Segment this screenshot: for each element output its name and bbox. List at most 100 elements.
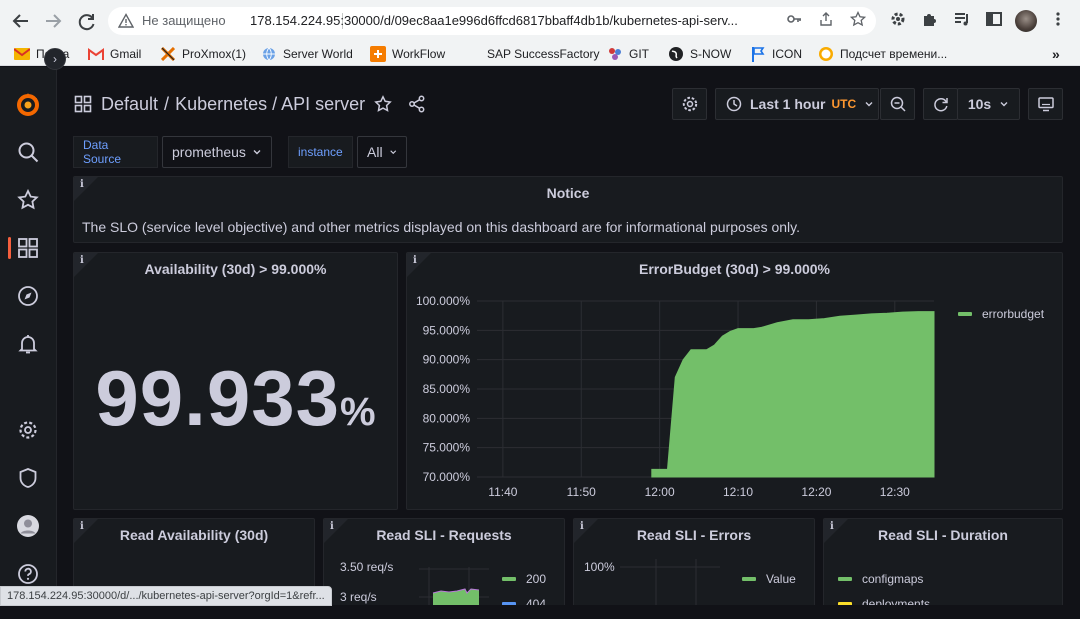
time-range-picker[interactable]: Last 1 hour UTC — [715, 88, 879, 120]
clock-icon — [818, 46, 834, 62]
refresh-icon — [933, 98, 948, 112]
panel-title[interactable]: Notice — [74, 185, 1062, 201]
settings-gear-icon — [682, 96, 697, 112]
errorbudget-chart[interactable]: 70.000% 75.000% 80.000% 85.000% 90.000% 95.00… — [407, 253, 1062, 509]
legend-label: 200 — [526, 572, 547, 586]
proxmox-icon — [160, 46, 176, 62]
not-secure-label[interactable]: Не защищено — [142, 13, 226, 28]
read-requests-panel: i Read SLI - Requests 3.50 req/s 3 req/s… — [323, 518, 565, 619]
mark-favorite-star-icon[interactable] — [374, 95, 392, 113]
panel-title[interactable]: Read SLI - Requests — [324, 527, 564, 543]
chevron-down-icon — [253, 150, 261, 155]
address-bar[interactable]: Не защищено 178.154.224.95:30000/d/09ec8… — [108, 7, 876, 35]
url-text[interactable]: 178.154.224.95:30000/d/09ec8aa1e996d6ffc… — [250, 13, 780, 28]
bookmark-label: ICON — [772, 47, 802, 61]
monitor-icon — [1037, 97, 1054, 112]
side-panel-icon[interactable] — [984, 10, 1004, 30]
breadcrumb-folder[interactable]: Default — [101, 94, 158, 115]
breadcrumb: Default / Kubernetes / API server — [74, 91, 426, 117]
dashboard-title[interactable]: Kubernetes / API server — [175, 94, 365, 115]
legend-item[interactable]: Value — [742, 572, 796, 586]
y-tick-label: 100.000% — [416, 294, 470, 308]
bookmark-label: Подсчет времени... — [840, 47, 948, 61]
zoom-out-button[interactable] — [880, 88, 915, 120]
legend-swatch — [502, 577, 516, 581]
bookmark-label: Server World — [283, 47, 353, 61]
flag-icon — [750, 46, 766, 62]
warning-icon[interactable] — [118, 13, 134, 29]
dashboard-settings-button[interactable] — [672, 88, 707, 120]
legend-item[interactable]: configmaps — [838, 572, 923, 586]
bookmark-item[interactable]: WorkFlow — [370, 45, 445, 63]
bookmarks-bar: Почта Gmail ProXmox(1) Server World Work… — [0, 42, 1080, 66]
grafana-logo-icon[interactable] — [15, 91, 41, 117]
browser-toolbar: Не защищено 178.154.224.95:30000/d/09ec8… — [0, 0, 1080, 42]
refresh-button[interactable] — [923, 88, 958, 120]
status-bar-url: 178.154.224.95:30000/d/.../kubernetes-ap… — [0, 586, 332, 606]
extensions-puzzle-icon[interactable] — [920, 10, 940, 30]
bookmark-item[interactable]: Подсчет времени... — [818, 45, 947, 63]
bookmark-item[interactable]: S-NOW — [668, 45, 731, 63]
reload-icon[interactable] — [74, 8, 100, 34]
refresh-interval-picker[interactable]: 10s — [957, 88, 1020, 120]
read-errors-panel: i Read SLI - Errors 100% Value — [573, 518, 815, 619]
bookmark-item[interactable]: GIT — [607, 45, 649, 63]
instance-value: All — [367, 144, 383, 160]
datasource-variable-select[interactable]: prometheus — [162, 136, 272, 168]
bookmarks-overflow-icon[interactable]: » — [1052, 45, 1060, 63]
bookmark-item[interactable]: ProXmox(1) — [160, 45, 246, 63]
bookmark-item[interactable]: ICON — [750, 45, 802, 63]
bookmark-label: Gmail — [110, 47, 142, 61]
datasource-value: prometheus — [172, 144, 246, 160]
configuration-gear-icon[interactable] — [15, 417, 41, 443]
bookmark-label: ProXmox(1) — [182, 47, 247, 61]
bookmark-item[interactable]: Gmail — [88, 45, 141, 63]
profile-avatar[interactable] — [1015, 10, 1037, 32]
y-tick-label: 85.000% — [423, 382, 471, 396]
stat-number: 99.933 — [95, 354, 340, 442]
alerting-bell-icon[interactable] — [15, 331, 41, 357]
legend-item[interactable]: 200 — [502, 572, 546, 586]
explore-compass-icon[interactable] — [15, 283, 41, 309]
bookmark-label: SAP SuccessFactory — [487, 47, 600, 61]
server-admin-shield-icon[interactable] — [15, 465, 41, 491]
y-tick-label: 70.000% — [423, 470, 471, 484]
panel-title[interactable]: Read SLI - Errors — [574, 527, 814, 543]
stat-unit: % — [340, 390, 376, 434]
starred-icon[interactable] — [15, 187, 41, 213]
sidebar-expand-chevron-icon[interactable]: › — [44, 48, 66, 70]
share-icon[interactable] — [816, 11, 836, 31]
key-icon[interactable] — [784, 11, 804, 31]
panel-title[interactable]: Read Availability (30d) — [74, 527, 314, 543]
bookmark-item[interactable]: Server World — [261, 45, 353, 63]
tv-mode-button[interactable] — [1028, 88, 1063, 120]
help-question-icon[interactable] — [15, 561, 41, 587]
forward-arrow-icon[interactable] — [40, 8, 66, 34]
panel-title[interactable]: Availability (30d) > 99.000% — [74, 261, 397, 277]
instance-variable-select[interactable]: All — [357, 136, 407, 168]
back-arrow-icon[interactable] — [8, 8, 34, 34]
user-avatar-icon[interactable] — [15, 513, 41, 539]
share-dashboard-icon[interactable] — [408, 95, 426, 113]
instance-variable-label: instance — [288, 136, 353, 168]
stat-value: 99.933% — [74, 353, 397, 444]
star-bookmark-icon[interactable] — [848, 10, 868, 31]
search-icon[interactable] — [15, 139, 41, 165]
kebab-menu-icon[interactable] — [1048, 10, 1068, 30]
y-tick-label: 90.000% — [423, 353, 471, 367]
extension-gear-icon[interactable] — [888, 10, 908, 30]
reading-list-icon[interactable] — [952, 10, 972, 30]
legend-item[interactable]: errorbudget — [958, 307, 1044, 321]
x-tick-label: 11:50 — [567, 485, 596, 499]
legend-swatch — [838, 577, 852, 581]
dashboards-icon[interactable] — [15, 235, 41, 261]
bottom-strip — [0, 605, 1080, 619]
bookmark-item[interactable]: SAP SuccessFactory — [487, 45, 600, 63]
refresh-interval-label: 10s — [967, 96, 992, 112]
gmail-icon — [88, 46, 104, 62]
bookmark-label: WorkFlow — [392, 47, 446, 61]
panel-title[interactable]: Read SLI - Duration — [824, 527, 1062, 543]
active-indicator — [8, 237, 11, 259]
bookmark-label: S-NOW — [690, 47, 732, 61]
globe-icon — [668, 46, 684, 62]
